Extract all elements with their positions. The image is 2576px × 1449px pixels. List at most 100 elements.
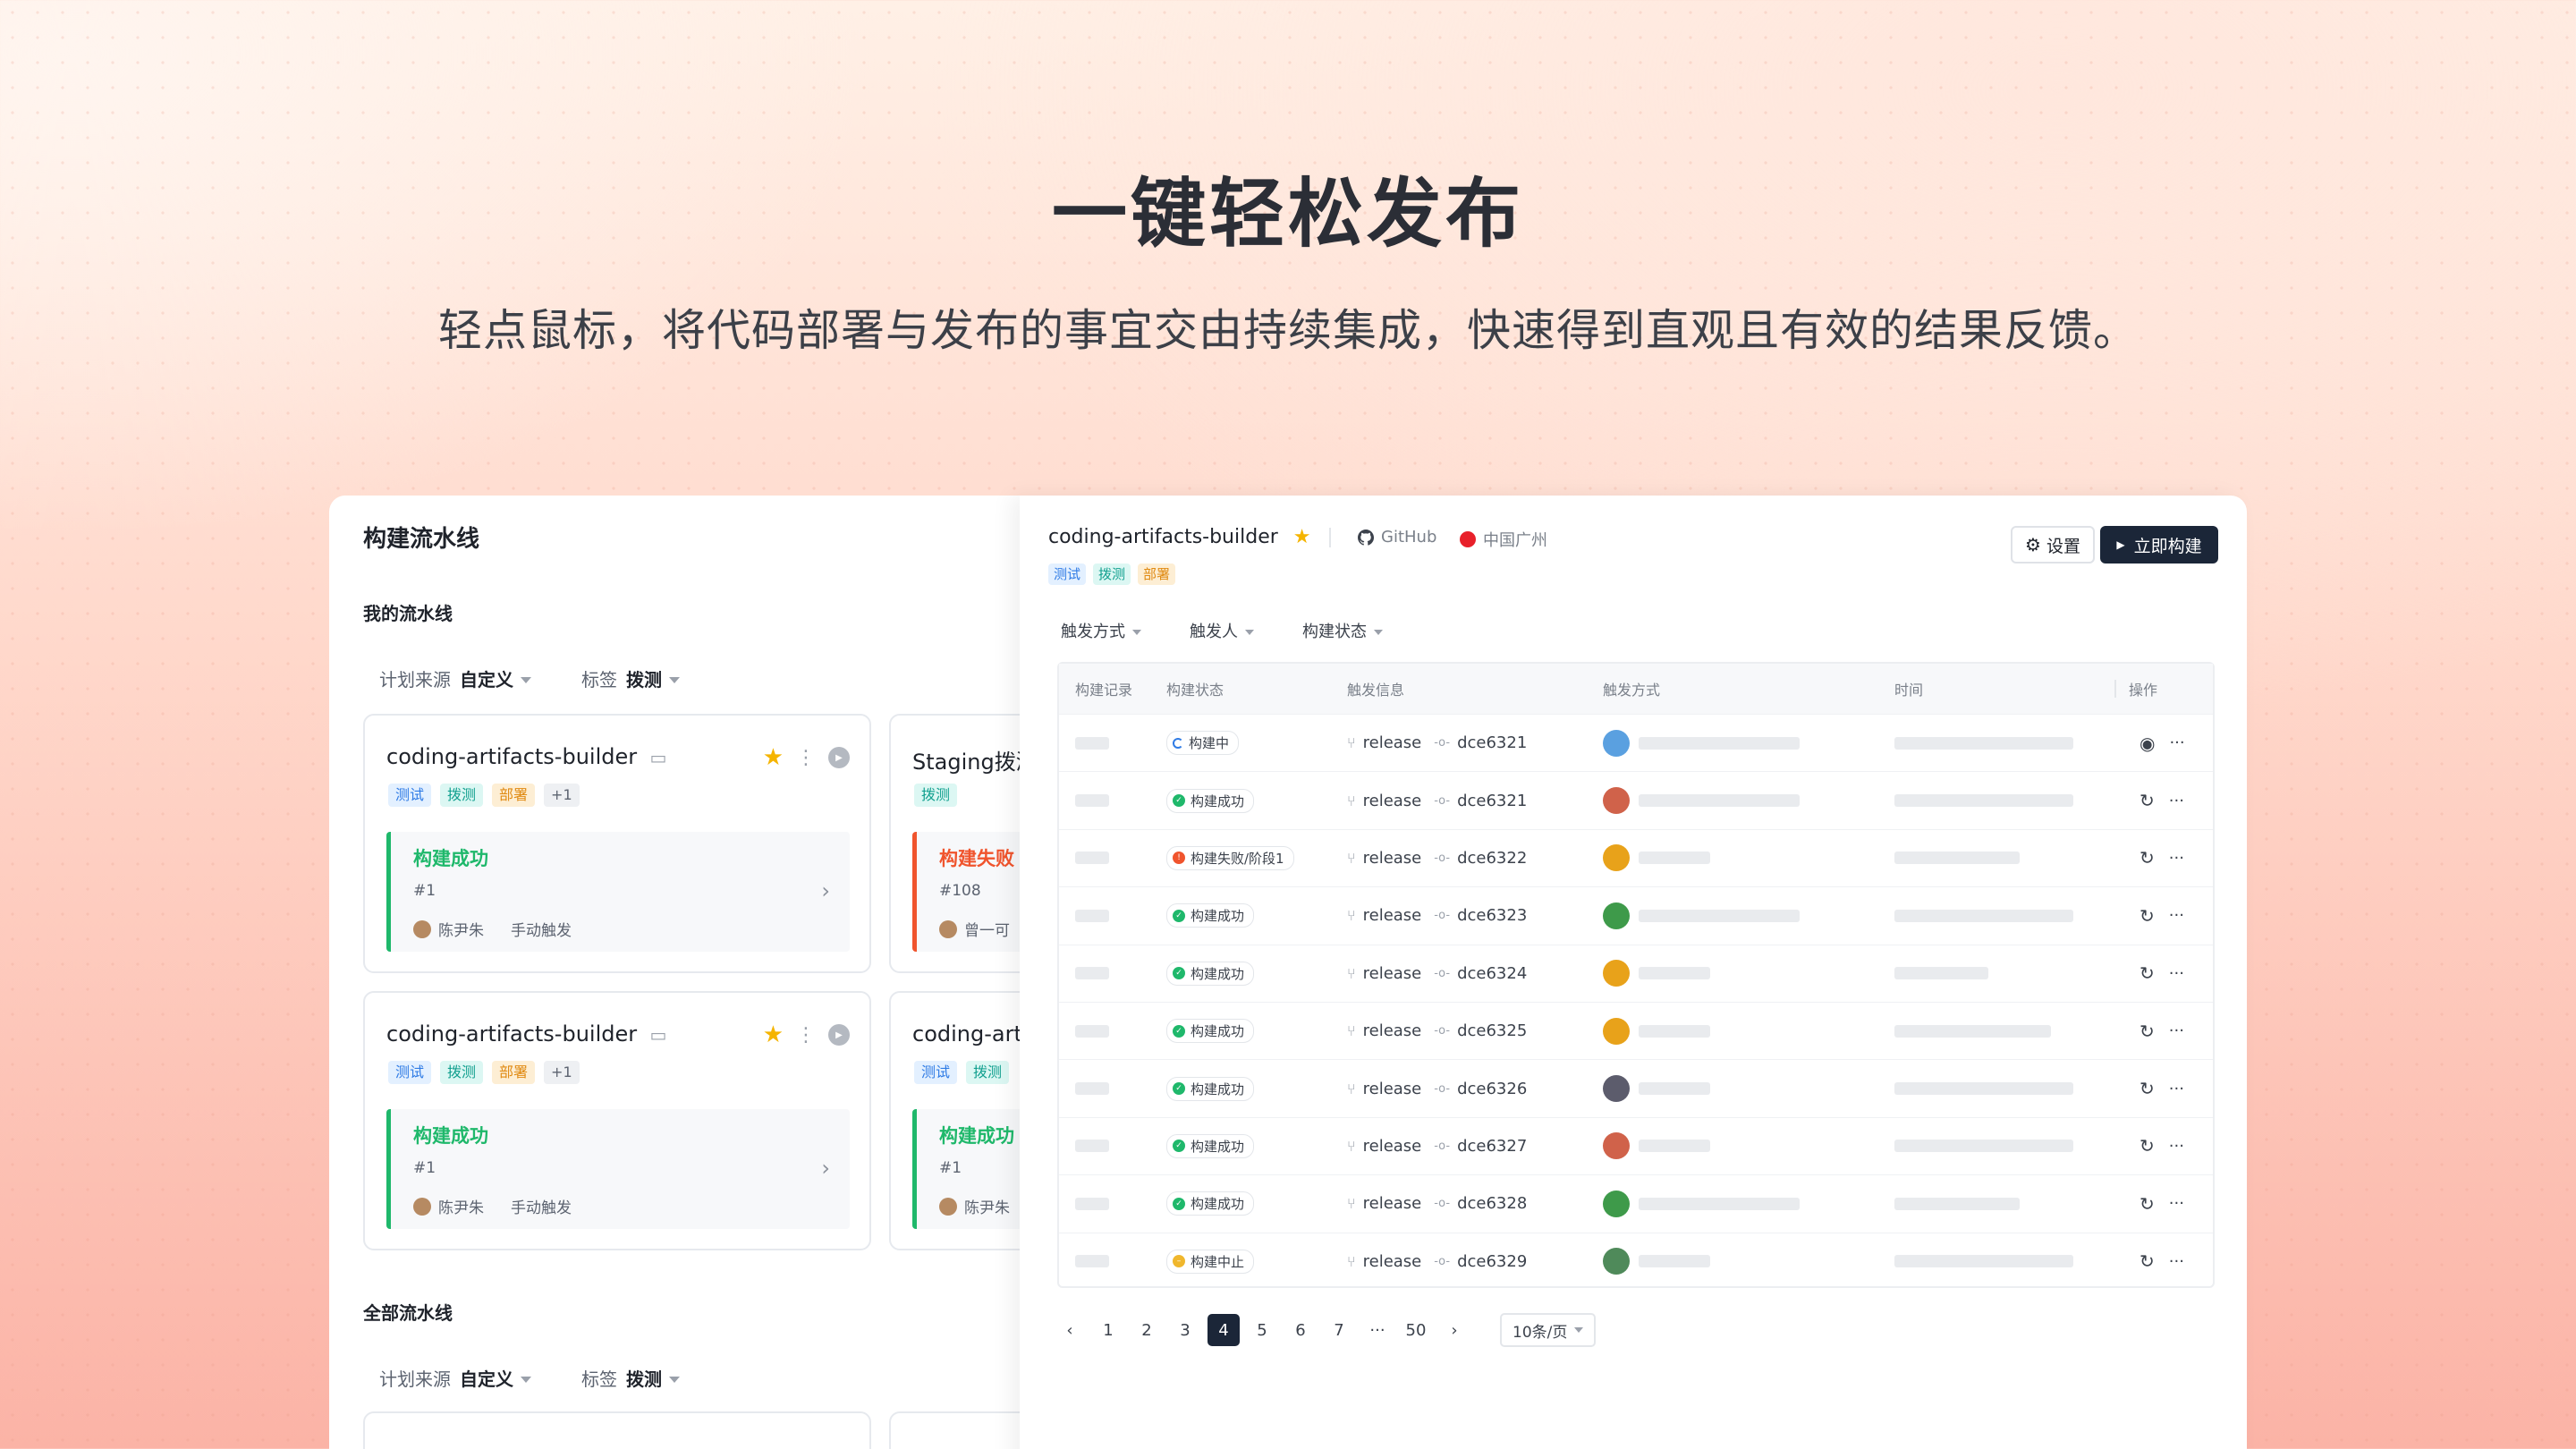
tag: 测试 (388, 1061, 432, 1084)
filter-dropdown[interactable]: 构建状态 (1302, 619, 1383, 642)
pipeline-card[interactable]: coding-artifacts-builder ▭ ★ ⋮ ▶ 测试 拨测 部署 +1 构建成… (363, 714, 871, 973)
trigger-placeholder (1639, 1024, 1710, 1038)
pipeline-card-name: coding-artifacts-builder ▭ (386, 1021, 667, 1046)
run-icon[interactable]: ▶ (828, 1024, 850, 1046)
rerun-icon[interactable]: ↻ (2140, 1250, 2155, 1272)
more-icon[interactable]: ··· (2169, 733, 2184, 752)
next-page-button[interactable]: › (1438, 1314, 1470, 1346)
star-icon[interactable]: ★ (763, 1021, 784, 1048)
status-icon: ! (1173, 852, 1185, 865)
table-row[interactable]: ! 构建失败/阶段1 ⑂ release -o-dce6322 ↻ ··· (1059, 828, 2213, 886)
page-button[interactable]: ··· (1361, 1314, 1394, 1346)
tag-filter[interactable]: 标签 拨测 (581, 665, 680, 691)
rerun-icon[interactable]: ↻ (2140, 847, 2155, 869)
status-badge: ✓ 构建成功 (1166, 961, 1255, 986)
panel-title: 构建流水线 (363, 526, 480, 553)
tag: 测试 (388, 784, 432, 807)
latest-build[interactable]: 构建成功 #1 陈尹朱 手动触发 › (386, 1109, 850, 1229)
source-filter[interactable]: 计划来源 自定义 (379, 665, 531, 691)
status-text: 构建成功 (1191, 908, 1245, 925)
prev-page-button[interactable]: ‹ (1054, 1314, 1086, 1346)
tag: 测试 (1048, 564, 1087, 585)
more-icon[interactable]: ··· (2169, 964, 2184, 983)
page-size-select[interactable]: 10条/页 (1500, 1313, 1597, 1347)
stop-icon[interactable]: ◉ (2140, 733, 2155, 754)
table-row[interactable]: ✓ 构建成功 ⑂ release -o-dce6321 ↻ ··· (1059, 771, 2213, 828)
commit-icon: -o- (1434, 1081, 1451, 1096)
pipeline-card[interactable]: coding-artifacts-builder ▭ ★ ⋮ ▶ 测试 拨测 部署 +1 构建成… (363, 991, 871, 1250)
page-button[interactable]: 5 (1246, 1314, 1278, 1346)
more-icon[interactable]: ··· (2169, 849, 2184, 868)
table-row[interactable]: ✓ 构建成功 ⑂ release -o-dce6328 ↻ ··· (1059, 1174, 2213, 1232)
more-vertical-icon[interactable]: ⋮ (796, 1024, 816, 1046)
row-actions: ↻ ··· (2140, 847, 2184, 869)
table-row[interactable]: – 构建中止 ⑂ release -o-dce6329 ↻ ··· (1059, 1232, 2213, 1290)
tag-filter[interactable]: 标签 拨测 (581, 1365, 680, 1391)
more-icon[interactable]: ··· (2169, 1252, 2184, 1271)
more-icon[interactable]: ··· (2169, 1080, 2184, 1098)
page-button[interactable]: 3 (1169, 1314, 1201, 1346)
more-icon[interactable]: ··· (2169, 1021, 2184, 1040)
avatar (939, 919, 957, 938)
source-filter[interactable]: 计划来源 自定义 (379, 1365, 531, 1391)
table-row[interactable]: ◌ 构建中 ⑂ release -o-dce6321 ◉ ··· (1059, 714, 2213, 771)
more-icon[interactable]: ··· (2169, 906, 2184, 925)
filter-dropdown[interactable]: 触发人 (1190, 619, 1254, 642)
tag: 拨测 (440, 1061, 484, 1084)
page-button[interactable]: 1 (1092, 1314, 1124, 1346)
region: 中国广州 (1460, 528, 1547, 551)
table-row[interactable]: ✓ 构建成功 ⑂ release -o-dce6324 ↻ ··· (1059, 944, 2213, 1002)
time-placeholder (1894, 1024, 2051, 1038)
star-icon[interactable]: ★ (763, 744, 784, 771)
branch-icon: ⑂ (1347, 792, 1356, 809)
more-icon[interactable]: ··· (2169, 792, 2184, 810)
filter-label: 触发人 (1190, 623, 1238, 641)
table-row[interactable]: ✓ 构建成功 ⑂ release -o-dce6323 ↻ ··· (1059, 886, 2213, 944)
rerun-icon[interactable]: ↻ (2140, 1135, 2155, 1157)
table-row[interactable]: ✓ 构建成功 ⑂ release -o-dce6326 ↻ ··· (1059, 1059, 2213, 1116)
branch-name: release (1362, 906, 1422, 926)
commit-icon: -o- (1434, 793, 1451, 808)
tag: 测试 (914, 1061, 958, 1084)
build-status: 构建失败 (939, 848, 1014, 869)
pipeline-card[interactable] (363, 1411, 871, 1449)
rerun-icon[interactable]: ↻ (2140, 1078, 2155, 1099)
more-vertical-icon[interactable]: ⋮ (796, 747, 816, 769)
more-icon[interactable]: ··· (2169, 1137, 2184, 1156)
branch-name: release (1362, 1194, 1422, 1214)
card-actions: ★ ⋮ ▶ (763, 744, 850, 771)
gear-icon: ⚙ (2025, 534, 2041, 555)
more-icon[interactable]: ··· (2169, 1194, 2184, 1213)
play-icon: ▶ (2116, 538, 2125, 551)
page-button[interactable]: 6 (1284, 1314, 1317, 1346)
rerun-icon[interactable]: ↻ (2140, 962, 2155, 984)
source-filter-value: 自定义 (460, 1368, 513, 1390)
trigger-info: ⑂ release -o-dce6325 (1347, 1021, 1527, 1040)
rerun-icon[interactable]: ↻ (2140, 1193, 2155, 1215)
run-icon[interactable]: ▶ (828, 747, 850, 768)
table-row[interactable]: ✓ 构建成功 ⑂ release -o-dce6325 ↻ ··· (1059, 1001, 2213, 1059)
time-placeholder (1894, 736, 2073, 750)
table-row[interactable]: ✓ 构建成功 ⑂ release -o-dce6327 ↻ ··· (1059, 1116, 2213, 1174)
page-button[interactable]: 50 (1400, 1314, 1432, 1346)
column-header: 触发方式 (1603, 682, 1661, 699)
star-icon[interactable]: ★ (1293, 526, 1311, 548)
latest-build[interactable]: 构建成功 #1 陈尹朱 手动触发 › (386, 832, 850, 952)
page-button[interactable]: 2 (1131, 1314, 1163, 1346)
page-button[interactable]: 7 (1323, 1314, 1355, 1346)
rerun-icon[interactable]: ↻ (2140, 1021, 2155, 1042)
trigger-type: 手动触发 (511, 922, 572, 940)
settings-button[interactable]: ⚙ 设置 (2011, 526, 2095, 564)
page-button[interactable]: 4 (1208, 1314, 1240, 1346)
rerun-icon[interactable]: ↻ (2140, 790, 2155, 811)
time-placeholder (1894, 794, 2073, 808)
status-badge: ✓ 构建成功 (1166, 1133, 1255, 1158)
build-now-button[interactable]: ▶ 立即构建 (2100, 526, 2218, 564)
build-record-placeholder (1075, 1140, 1109, 1153)
time-placeholder (1894, 1082, 2073, 1096)
chevron-right-icon: › (821, 1156, 830, 1181)
status-icon: ◌ (1173, 737, 1183, 749)
pipeline-card-tags: 测试 拨测 部署 +1 (388, 784, 580, 807)
filter-dropdown[interactable]: 触发方式 (1061, 619, 1141, 642)
rerun-icon[interactable]: ↻ (2140, 905, 2155, 927)
